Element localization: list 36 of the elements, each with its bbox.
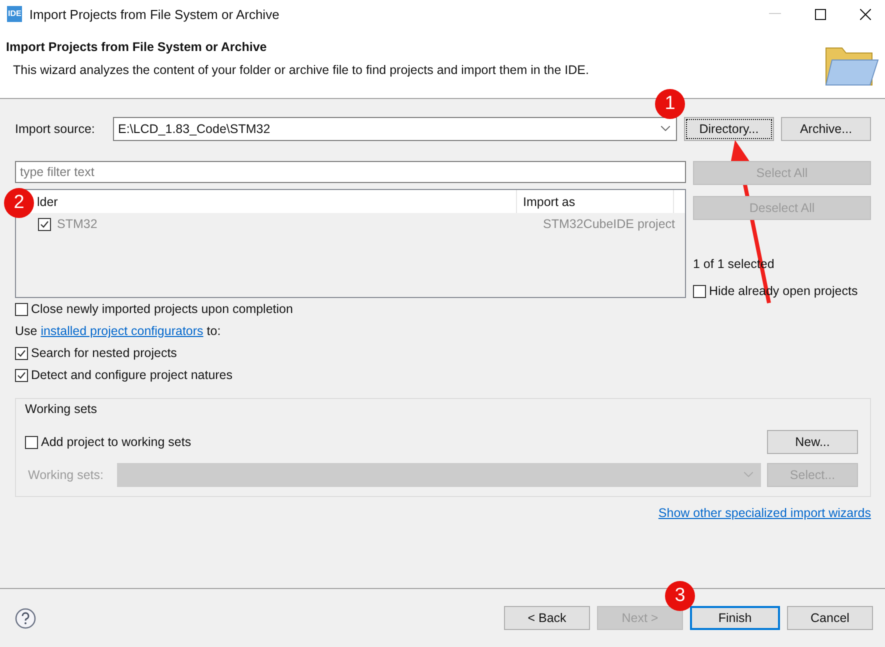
back-button[interactable]: < Back — [504, 606, 590, 630]
page-title: Import Projects from File System or Archive — [6, 40, 268, 54]
step-badge: 2 — [4, 188, 34, 218]
finish-button[interactable]: Finish — [690, 606, 780, 630]
project-type: STM32CubeIDE project — [542, 217, 676, 231]
checkbox[interactable] — [38, 218, 51, 230]
column-header[interactable]: lder — [37, 194, 58, 208]
step-badge: 3 — [665, 581, 695, 611]
window-title: Import Projects from File System or Archive — [29, 6, 280, 22]
checkbox-label: Close newly imported projects upon completion — [31, 302, 293, 316]
checkbox-label: Detect and configure project natures — [31, 368, 233, 382]
help-icon[interactable] — [15, 608, 36, 628]
checkbox[interactable] — [15, 368, 28, 382]
cancel-button[interactable]: Cancel — [787, 606, 873, 630]
checkbox[interactable] — [15, 346, 28, 360]
checkbox-label: Search for nested projects — [31, 346, 177, 360]
directory-button[interactable]: Directory... — [684, 116, 774, 140]
checkbox[interactable] — [15, 302, 28, 316]
import-wizards-link[interactable]: Show other specialized import wizards — [658, 506, 871, 520]
configurators-link[interactable]: installed project configurators — [40, 324, 204, 338]
archive-button[interactable]: Archive... — [781, 116, 871, 140]
project-name: STM32 — [57, 217, 98, 231]
checkbox[interactable] — [693, 284, 706, 298]
checkbox-label: Add project to working sets — [41, 435, 192, 449]
column-header[interactable]: Import as — [517, 190, 674, 213]
dropdown-icon[interactable] — [661, 126, 670, 131]
import-source-label: Import source: — [15, 122, 96, 136]
maximize-icon[interactable] — [815, 8, 826, 20]
group-title: Working sets — [25, 402, 98, 418]
configurators-text: Use installed project configurators to: — [15, 324, 221, 338]
working-sets-label: Working sets: — [27, 468, 104, 482]
import-source-combo[interactable]: E:\LCD_1.83_Code\STM32 — [113, 116, 677, 140]
page-description: This wizard analyzes the content of your folder or archive file to find projects and import them in the IDE. — [12, 63, 590, 77]
app-icon: IDE — [7, 6, 22, 22]
close-icon[interactable] — [860, 8, 871, 20]
filter-field[interactable]: type filter text — [15, 161, 686, 183]
